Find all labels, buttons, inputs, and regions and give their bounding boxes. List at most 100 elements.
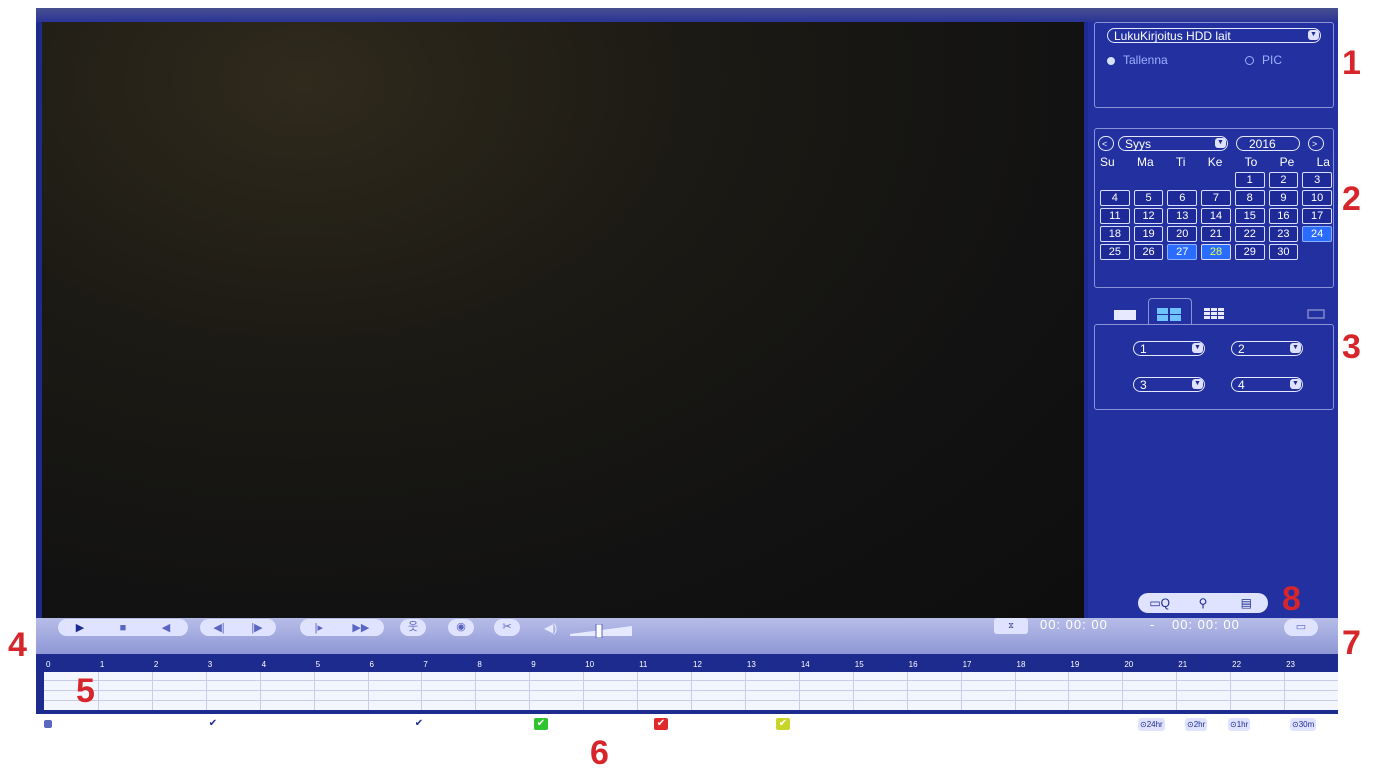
- calendar-day[interactable]: 7: [1201, 190, 1231, 206]
- calendar-day[interactable]: 21: [1201, 226, 1231, 242]
- clip-button[interactable]: ✂: [494, 619, 520, 636]
- file-list-icon[interactable]: ▤: [1225, 593, 1268, 613]
- zoom-24hr-button[interactable]: ⊙24hr: [1138, 718, 1165, 731]
- stop-playback-button[interactable]: Pysäytä toisto: [44, 716, 135, 731]
- reverse-play-icon[interactable]: ◀: [162, 621, 170, 634]
- annotation-1: 1: [1342, 44, 1361, 82]
- regular-checkbox[interactable]: ✔ Vakio: [534, 716, 586, 731]
- timeline-hour-divider: [367, 672, 369, 710]
- calendar-day[interactable]: 26: [1133, 244, 1164, 260]
- calendar-day[interactable]: 19: [1133, 226, 1164, 242]
- timeline-hour-divider: [475, 672, 477, 710]
- channel-select-3[interactable]: 3 ▼: [1133, 377, 1205, 392]
- calendar-day[interactable]: 17: [1302, 208, 1332, 224]
- calendar-day[interactable]: 5: [1133, 190, 1164, 206]
- calendar-day[interactable]: 23: [1268, 226, 1299, 242]
- timeline-hour-divider: [151, 672, 153, 710]
- calendar-day[interactable]: 14: [1201, 208, 1231, 224]
- tab-nine-view[interactable]: [1198, 302, 1230, 324]
- search-tools: ▭Q ⚲ ▤: [1138, 593, 1268, 613]
- calendar-day[interactable]: 1: [1234, 172, 1265, 188]
- clip-end-time: 00: 00: 00: [1172, 617, 1240, 632]
- channel-select-2[interactable]: 2 ▼: [1231, 341, 1303, 356]
- timeline-hour-divider: [259, 672, 261, 710]
- annotation-4: 4: [8, 626, 27, 664]
- calendar-day[interactable]: 12: [1133, 208, 1164, 224]
- snapshot-button[interactable]: ◉: [448, 619, 474, 636]
- device-select[interactable]: LukuKirjoitus HDD lait ▼: [1107, 28, 1321, 43]
- timeline-hour-label: 19: [1070, 660, 1080, 669]
- fullscreen-icon[interactable]: [1300, 302, 1332, 324]
- weekday: La: [1316, 155, 1330, 169]
- step-forward-icon[interactable]: |▶: [251, 621, 262, 634]
- radio-record-label: Tallenna: [1123, 53, 1168, 67]
- clip-time-icon[interactable]: ⧖: [994, 618, 1028, 634]
- calendar-day[interactable]: 24: [1302, 226, 1332, 242]
- sync-checkbox[interactable]: ✔ Synkronointi: [206, 716, 298, 731]
- calendar-day[interactable]: 30: [1268, 244, 1299, 260]
- month-select[interactable]: Syys ▼: [1118, 136, 1228, 151]
- timeline-hour-label: 9: [531, 660, 536, 669]
- fast-forward-icon[interactable]: ▶▶: [352, 621, 369, 634]
- radio-unselected-icon: [1245, 56, 1254, 66]
- slow-play-icon[interactable]: |▸: [315, 621, 323, 634]
- zoom-30m-button[interactable]: ⊙30m: [1290, 718, 1317, 731]
- radio-record[interactable]: Tallenna: [1107, 53, 1168, 67]
- calendar-day[interactable]: 20: [1167, 226, 1198, 242]
- calendar-day[interactable]: 15: [1234, 208, 1265, 224]
- motion-label: Liike: [796, 716, 823, 731]
- zoom-icon: ⊙: [1187, 720, 1194, 729]
- zoom-1hr-button[interactable]: ⊙1hr: [1228, 718, 1251, 731]
- stop-icon[interactable]: ■: [120, 622, 127, 634]
- volume-icon[interactable]: ◀): [544, 621, 557, 635]
- checkmark-icon: ✔: [534, 717, 548, 730]
- checkmark-icon: ✔: [412, 717, 426, 730]
- calendar-day[interactable]: 11: [1100, 208, 1130, 224]
- channel-select-4[interactable]: 4 ▼: [1231, 377, 1303, 392]
- calendar-day[interactable]: 9: [1268, 190, 1299, 206]
- calendar-day[interactable]: 22: [1234, 226, 1265, 242]
- year-field[interactable]: 2016: [1236, 136, 1300, 151]
- calendar-day[interactable]: 4: [1100, 190, 1130, 206]
- storage-box: LukuKirjoitus HDD lait ▼ Tallenna PIC: [1094, 22, 1334, 108]
- calendar-day[interactable]: 6: [1167, 190, 1198, 206]
- channel-select-1-value: 1: [1140, 342, 1147, 356]
- calendar-day[interactable]: 25: [1100, 244, 1130, 260]
- save-button[interactable]: ▭: [1284, 619, 1318, 636]
- smart-search-icon[interactable]: ⚲: [1181, 593, 1224, 613]
- alarm-checkbox[interactable]: ✔ Hälytys: [654, 716, 717, 731]
- calendar-day[interactable]: 29: [1234, 244, 1265, 260]
- calendar-prev-button[interactable]: <: [1098, 136, 1114, 151]
- record-search-icon[interactable]: ▭Q: [1138, 593, 1181, 613]
- volume-slider[interactable]: [568, 624, 638, 638]
- timeline-hour-divider: [906, 672, 908, 710]
- tab-quad-view[interactable]: [1148, 298, 1192, 325]
- calendar-day[interactable]: 3: [1302, 172, 1332, 188]
- step-back-icon[interactable]: ◀|: [213, 621, 224, 634]
- calendar-day[interactable]: 28: [1201, 244, 1231, 260]
- annotation-3: 3: [1342, 328, 1361, 366]
- calendar-blank: [1100, 172, 1130, 186]
- zoom-icon: ⊙: [1230, 720, 1237, 729]
- tab-single-view[interactable]: [1110, 302, 1142, 324]
- video-playback-area[interactable]: [42, 22, 1084, 618]
- zoom-2hr-button[interactable]: ⊙2hr: [1185, 718, 1208, 731]
- calendar-day[interactable]: 16: [1268, 208, 1299, 224]
- calendar-day[interactable]: 2: [1268, 172, 1299, 188]
- stop-playback-label: Pysäytä toisto: [54, 716, 135, 731]
- calendar-next-button[interactable]: >: [1308, 136, 1324, 151]
- radio-pic[interactable]: PIC: [1245, 53, 1282, 67]
- timeline-bar[interactable]: [44, 672, 1338, 710]
- calendar-day[interactable]: 8: [1234, 190, 1265, 206]
- timeline-hour-divider: [960, 672, 962, 710]
- calendar-day[interactable]: 18: [1100, 226, 1130, 242]
- smart-search-button[interactable]: 웃: [400, 619, 426, 636]
- timeline-hour-divider: [1068, 672, 1070, 710]
- calendar-day[interactable]: 10: [1302, 190, 1332, 206]
- motion-checkbox[interactable]: ✔ Liike: [776, 716, 823, 731]
- all-checkbox[interactable]: ✔ Kaikki: [412, 716, 467, 731]
- calendar-day[interactable]: 13: [1167, 208, 1198, 224]
- calendar-day[interactable]: 27: [1167, 244, 1198, 260]
- channel-select-1[interactable]: 1 ▼: [1133, 341, 1205, 356]
- play-icon[interactable]: ▶: [76, 621, 84, 634]
